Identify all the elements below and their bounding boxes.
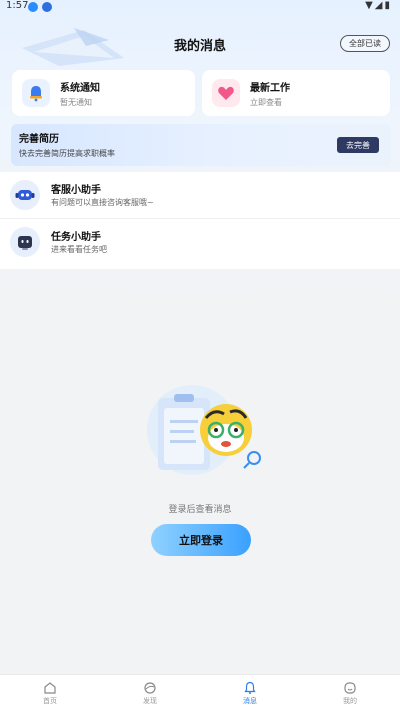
- nav-profile[interactable]: 我的: [300, 675, 400, 712]
- robot-headset-icon: [10, 180, 40, 210]
- list-item-desc: 进来看看任务吧: [51, 245, 107, 254]
- list-item-desc: 有问题可以直接咨询客服哦~: [51, 198, 154, 207]
- heart-icon: [212, 79, 240, 107]
- card-subtitle: 暂无通知: [60, 97, 92, 107]
- app-notification-icon: [42, 2, 52, 12]
- list-item-name: 任务小助手: [51, 232, 101, 243]
- message-icon: [244, 681, 256, 694]
- card-title: 系统通知: [60, 82, 100, 94]
- login-button[interactable]: 立即登录: [151, 524, 251, 556]
- card-subtitle: 立即查看: [250, 97, 282, 107]
- empty-state-text: 登录后查看消息: [168, 505, 232, 515]
- resume-banner: 完善简历 快去完善简历提高求职概率 去完善: [11, 124, 391, 166]
- status-time: 1:57: [6, 0, 29, 11]
- nav-discover[interactable]: 发现: [100, 675, 200, 712]
- nav-label: 首页: [43, 697, 57, 705]
- banner-subtitle: 快去完善简历提高求职概率: [19, 149, 115, 158]
- message-list: 客服小助手 有问题可以直接咨询客服哦~ 任务小助手 进来看看任务吧: [0, 172, 400, 269]
- bell-icon: [22, 79, 50, 107]
- discover-icon: [144, 682, 156, 694]
- status-icons: ▼◢▮: [365, 0, 392, 11]
- read-all-button[interactable]: 全部已读: [340, 35, 390, 52]
- latest-jobs-card[interactable]: 最新工作 立即查看: [202, 70, 390, 116]
- tiger-clipboard-illustration: [147, 385, 261, 475]
- banner-title: 完善简历: [19, 134, 59, 145]
- nav-home[interactable]: 首页: [0, 675, 100, 712]
- home-icon: [44, 682, 56, 694]
- nav-label: 消息: [243, 697, 257, 705]
- list-item-task-assistant[interactable]: 任务小助手 进来看看任务吧: [0, 219, 400, 269]
- profile-icon: [344, 682, 356, 694]
- bottom-nav: 首页 发现 消息 我的: [0, 674, 400, 712]
- nav-label: 我的: [343, 697, 357, 705]
- complete-resume-button[interactable]: 去完善: [337, 137, 379, 153]
- status-bar: 1:57 ▼◢▮: [0, 0, 400, 14]
- card-title: 最新工作: [250, 82, 290, 94]
- system-notice-card[interactable]: 系统通知 暂无通知: [12, 70, 195, 116]
- nav-message[interactable]: 消息: [200, 675, 300, 712]
- list-item-name: 客服小助手: [51, 185, 101, 196]
- nav-label: 发现: [143, 697, 157, 705]
- list-item-customer-service[interactable]: 客服小助手 有问题可以直接咨询客服哦~: [0, 172, 400, 219]
- robot-icon: [10, 227, 40, 257]
- notification-icon: [28, 2, 38, 12]
